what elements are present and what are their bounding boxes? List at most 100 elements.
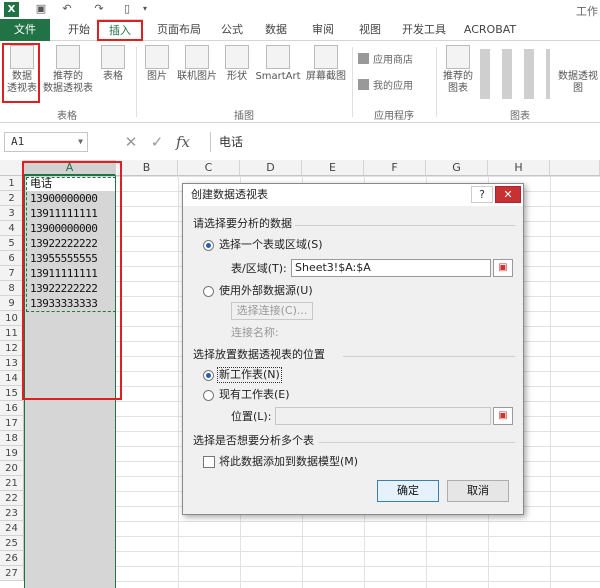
row-header[interactable]: 24 [0,521,24,536]
group-separator [436,47,437,117]
tab-page-layout[interactable]: 页面布局 [148,19,210,41]
close-button[interactable]: ✕ [495,186,521,203]
row-header[interactable]: 3 [0,206,24,221]
table-button[interactable]: 表格 [98,45,128,83]
online-picture-label: 联机图片 [177,71,217,82]
create-pivot-dialog: 创建数据透视表 ? ✕ 请选择要分析的数据 选择一个表或区域(S) 表/区域(T… [182,183,524,515]
tab-file[interactable]: 文件 [0,19,50,41]
chevron-down-icon[interactable]: ▼ [78,133,83,151]
picture-button[interactable]: 图片 [142,45,172,83]
save-icon[interactable]: ▣ [34,2,48,16]
tab-data[interactable]: 数据 [256,19,296,41]
radio-new-sheet[interactable] [203,370,214,381]
row-header[interactable]: 20 [0,461,24,476]
row-header[interactable]: 25 [0,536,24,551]
redo-icon[interactable]: ↷ [92,2,106,16]
undo-icon[interactable]: ↶ [60,2,74,16]
row-header[interactable]: 16 [0,401,24,416]
row-header[interactable]: 5 [0,236,24,251]
formula-bar: A1 ▼ ✕ ✓ fx 电话 [0,130,600,154]
row-header[interactable]: 26 [0,551,24,566]
add-to-model-checkbox[interactable] [203,456,215,468]
pivot-chart-label: 数据透视图 [558,71,598,94]
row-header[interactable]: 1 [0,176,24,191]
cancel-icon[interactable]: ✕ [118,132,144,152]
row-header[interactable]: 6 [0,251,24,266]
column-header-f[interactable]: F [364,160,426,176]
add-to-model-label: 将此数据添加到数据模型(M) [219,455,359,468]
range-collapse-icon[interactable]: ▣ [493,259,513,277]
my-apps-label: 我的应用 [373,81,413,92]
row-header[interactable]: 22 [0,491,24,506]
row-header[interactable]: 11 [0,326,24,341]
tab-developer[interactable]: 开发工具 [396,19,452,41]
smartart-label: SmartArt [255,71,301,82]
screenshot-button[interactable]: 屏幕截图 [302,45,350,83]
row-header[interactable]: 10 [0,311,24,326]
name-box[interactable]: A1 ▼ [4,132,88,152]
formula-input[interactable]: 电话 [210,132,600,152]
tab-formulas[interactable]: 公式 [212,19,252,41]
pivot-chart-button[interactable]: 数据透视图 [556,71,600,95]
row-header[interactable]: 18 [0,431,24,446]
row-header[interactable]: 21 [0,476,24,491]
range-input[interactable]: Sheet3!$A:$A [291,259,491,277]
tab-review[interactable]: 审阅 [303,19,343,41]
smartart-button[interactable]: SmartArt [254,45,302,83]
column-header-g[interactable]: G [426,160,488,176]
radio-select-range[interactable] [203,240,214,251]
help-button[interactable]: ? [471,186,493,203]
row-header[interactable]: 12 [0,341,24,356]
new-file-icon[interactable]: ▯ [120,2,134,16]
ok-button[interactable]: 确定 [377,480,439,502]
row-header[interactable]: 17 [0,416,24,431]
online-picture-button[interactable]: 联机图片 [174,45,220,83]
enter-icon[interactable]: ✓ [144,132,170,152]
location-input[interactable] [275,407,491,425]
row-header[interactable]: 27 [0,566,24,581]
column-header-h[interactable]: H [488,160,550,176]
shapes-button[interactable]: 形状 [222,45,252,83]
column-header-blank [550,160,600,176]
app-store-icon [358,53,369,64]
row-header[interactable]: 2 [0,191,24,206]
recommended-pivot-button[interactable]: 推荐的 数据透视表 [40,45,96,95]
smartart-icon [266,45,290,69]
radio-external-source[interactable] [203,286,214,297]
tab-view[interactable]: 视图 [350,19,390,41]
row-header[interactable]: 7 [0,266,24,281]
row-header[interactable]: 9 [0,296,24,311]
fx-icon[interactable]: fx [170,132,196,152]
column-header-b[interactable]: B [116,160,178,176]
row-header[interactable]: 15 [0,386,24,401]
online-picture-icon [185,45,209,69]
row-header[interactable]: 13 [0,356,24,371]
row-header[interactable]: 4 [0,221,24,236]
row-header[interactable]: 8 [0,281,24,296]
column-header-e[interactable]: E [302,160,364,176]
choose-connection-button[interactable]: 选择连接(C)... [231,302,313,320]
section-multiple-tables: 选择是否想要分析多个表 [193,434,314,447]
select-all-corner[interactable] [0,160,24,176]
divider [343,356,515,357]
chart-type-icons[interactable] [480,49,550,99]
connection-name-label: 连接名称: [231,326,279,339]
my-apps-button[interactable]: 我的应用 [358,79,413,95]
tab-home[interactable]: 开始 [58,19,100,41]
section-analyze-data: 请选择要分析的数据 [193,217,292,230]
column-header-d[interactable]: D [240,160,302,176]
row-header[interactable]: 19 [0,446,24,461]
pivot-button-highlight [2,43,40,103]
divider [319,442,515,443]
cancel-button[interactable]: 取消 [447,480,509,502]
row-header[interactable]: 23 [0,506,24,521]
location-collapse-icon[interactable]: ▣ [493,407,513,425]
column-header-c[interactable]: C [178,160,240,176]
row-header[interactable]: 14 [0,371,24,386]
app-store-button[interactable]: 应用商店 [358,53,413,69]
radio-existing-sheet[interactable] [203,390,214,401]
customize-toolbar-icon[interactable]: ▾ [138,2,152,16]
tab-acrobat[interactable]: ACROBAT [460,19,520,41]
recommended-charts-button[interactable]: 推荐的 图表 [440,45,476,95]
group-separator [136,47,137,117]
